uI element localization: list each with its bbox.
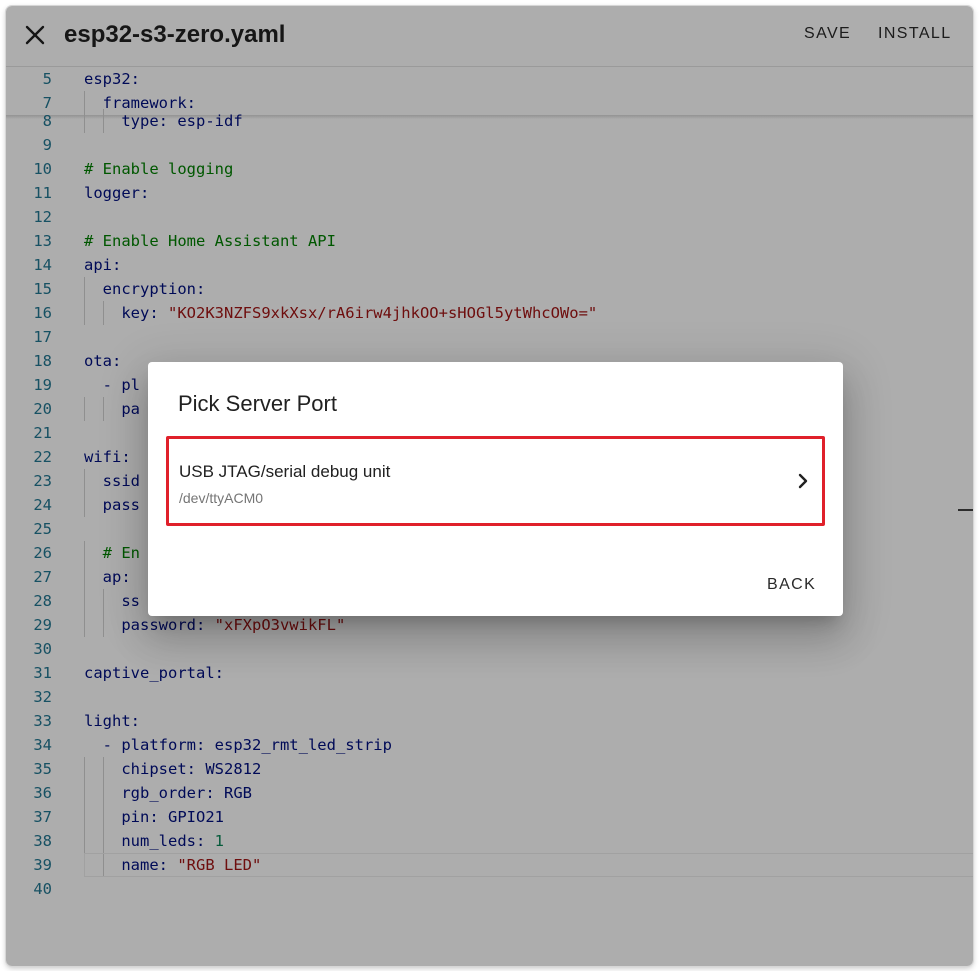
port-path: /dev/ttyACM0 [179,490,264,506]
port-item-usb-jtag[interactable]: USB JTAG/serial debug unit /dev/ttyACM0 [166,436,825,526]
editor-window: esp32-s3-zero.yaml SAVE INSTALL 5 esp32: 7… [6,6,973,966]
chevron-right-icon [798,473,808,489]
port-name: USB JTAG/serial debug unit [179,462,391,481]
dialog-title: Pick Server Port [178,391,337,416]
pick-port-dialog: Pick Server Port USB JTAG/serial debug u… [148,362,843,616]
back-button[interactable]: BACK [767,575,816,595]
